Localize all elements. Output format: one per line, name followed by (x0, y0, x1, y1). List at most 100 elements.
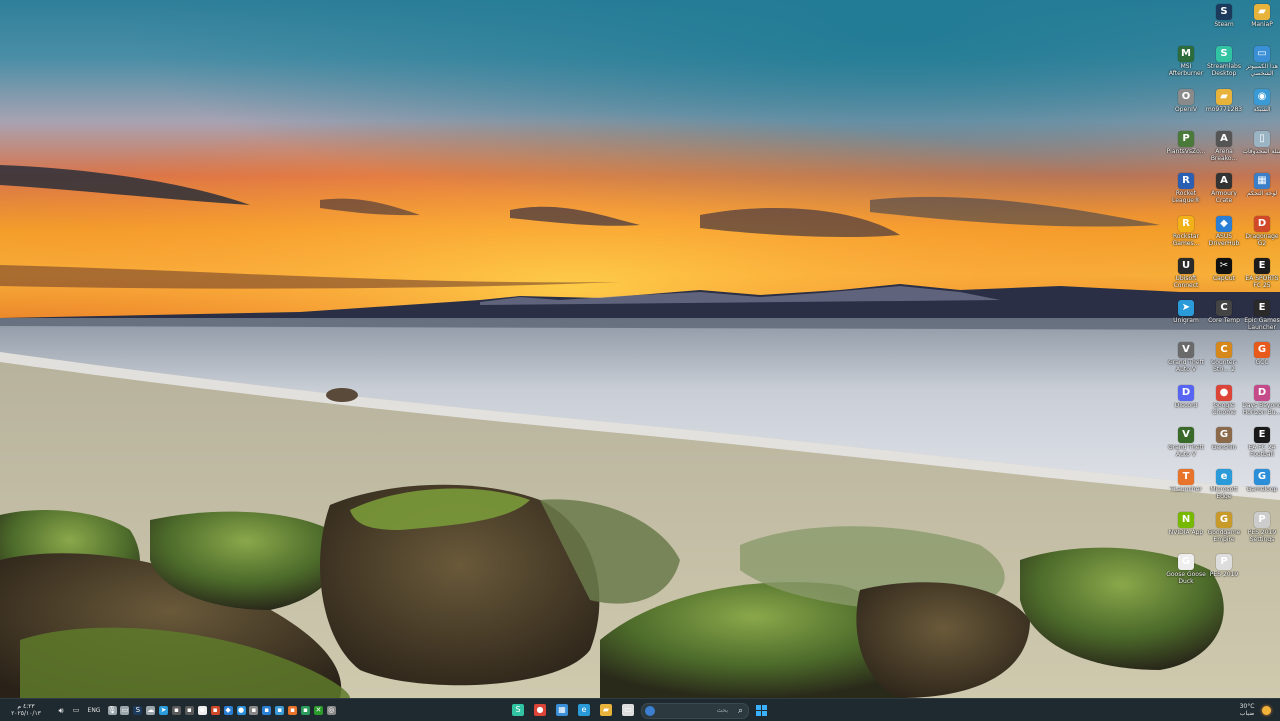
volume-icon[interactable]: 🔊︎ (54, 699, 68, 721)
desktop-icon-unigram[interactable]: ➤ Unigram (1166, 300, 1206, 342)
desktop-icon-microsoft-edge[interactable]: e Microsoft Edge (1204, 469, 1244, 511)
desktop-icon-ea-fc-24-football[interactable]: E EA FC 24 Football (1242, 427, 1280, 469)
desktop-icon-pes-2019[interactable]: P PES 2019 (1204, 553, 1244, 596)
tray-app9-icon[interactable]: ▪ (274, 699, 286, 721)
tray-app12-icon[interactable]: ◎ (325, 699, 337, 721)
desktop-icon-label: Goose Goose Duck (1166, 570, 1206, 585)
desktop-icon-counter-stri-2[interactable]: C Counter-Stri... 2 (1204, 342, 1244, 384)
desktop-icon-label: هذا الكمبيوتر الشخصي (1246, 63, 1278, 78)
desktop-icon-gcc[interactable]: G GCC (1242, 342, 1280, 384)
desktop-icon-armoury-crate[interactable]: A Armoury Crate (1204, 173, 1244, 215)
taskbar-chrome-button[interactable]: ● (531, 699, 549, 721)
desktop-icon-label: Rockstar Games... (1172, 232, 1200, 247)
desktop-wallpaper (0, 0, 1280, 698)
weather-widget[interactable]: 30°C ضباب (1234, 699, 1260, 721)
windows-logo-icon (755, 704, 767, 716)
taskbar-edge-button[interactable]: e (575, 699, 593, 721)
clock-date: ٢٠٢٥/١٠/١٣ (11, 710, 41, 717)
desktop-icon-grand-theft-auto-v[interactable]: V Grand Theft Auto V (1166, 342, 1206, 384)
app-icon: G (1254, 342, 1270, 359)
desktop-icon-nvidia-app[interactable]: N NVIDIA App (1166, 511, 1206, 554)
taskbar-search-box[interactable]: بحث ⌕ (641, 703, 749, 719)
app11-icon: ▪ (301, 705, 310, 715)
app9-icon: ▪ (275, 705, 285, 715)
tray-app1-icon[interactable]: ▪ (171, 699, 183, 721)
taskbar-calendar-button[interactable]: ▦ (553, 699, 571, 721)
desktop-icon-asus-driverhub[interactable]: ◆ ASUS DriverHub (1204, 215, 1244, 258)
app-icon: R (1178, 215, 1194, 232)
desktop-icon-dragonage-g2[interactable]: D Dragonage G2 (1242, 215, 1280, 258)
app-icon: V (1178, 342, 1194, 359)
network-icon[interactable]: ▭ (70, 699, 82, 721)
desktop-icon-genshin[interactable]: G Genshin (1204, 427, 1244, 469)
desktop-icon-gameloop[interactable]: G Gameloop (1242, 469, 1280, 511)
tray-xbox-icon[interactable]: ✕ (312, 699, 324, 721)
search-placeholder: بحث (716, 707, 728, 714)
weather-temp: 30°C (1239, 703, 1255, 710)
language-indicator[interactable]: ENG (84, 699, 104, 721)
start-button[interactable] (753, 699, 769, 721)
desktop-icon-goose-goose-duck[interactable]: G Goose Goose Duck (1166, 553, 1206, 596)
desktop-icon-label: Unigram (1173, 317, 1199, 325)
app10-icon: ▪ (288, 705, 298, 715)
desktop-icon-ubisoft-connect[interactable]: U Ubisoft Connect (1166, 257, 1206, 300)
search-highlight-icon (645, 706, 655, 716)
tray-app6-icon[interactable]: ● (235, 699, 247, 721)
taskbar-file-explorer-button[interactable]: ▰ (597, 699, 615, 721)
app-icon: ➤ (1178, 300, 1194, 317)
tray-app8-icon[interactable]: ▪ (261, 699, 273, 721)
app3-icon: ▪ (197, 705, 207, 715)
app-icon: M (1178, 46, 1194, 63)
desktop-icon-streamlabs-desktop[interactable]: S Streamlabs Desktop (1204, 46, 1244, 88)
app-icon: G (1216, 511, 1232, 528)
tray-app3-icon[interactable]: ▪ (196, 699, 208, 721)
app-icon: O (1178, 88, 1194, 105)
desktop-icon-pes-2019-settings[interactable]: P PES 2019 Settings (1242, 511, 1280, 554)
desktop-icon-tlauncher[interactable]: T TLauncher (1166, 469, 1206, 511)
tray-app10-icon[interactable]: ▪ (287, 699, 299, 721)
desktop-icon-label: Google Chrome (1212, 401, 1236, 416)
desktop-icon-openiv[interactable]: O OpenIV (1166, 88, 1206, 131)
desktop-icon-maniap[interactable]: ▰ ManiaP (1242, 4, 1280, 46)
desktop-icon-[interactable]: ◉ الشبكة (1242, 88, 1280, 131)
tray-app5-icon[interactable]: ◆ (222, 699, 234, 721)
tray-onedrive-icon[interactable]: ☁ (145, 699, 157, 721)
desktop-icon-google-chrome[interactable]: ● Google Chrome (1204, 384, 1244, 427)
desktop-icon-[interactable]: ▭ هذا الكمبيوتر الشخصي (1242, 46, 1280, 88)
taskbar-streamlabs-button[interactable]: S (509, 699, 527, 721)
tray-mic-icon[interactable]: 🎙 (106, 699, 118, 721)
tray-monitor-icon[interactable]: ▭ (119, 699, 131, 721)
desktop-icon-epic-games-launcher[interactable]: E Epic Games Launcher (1242, 300, 1280, 342)
desktop-icon-plantsvszo[interactable]: P PlantsVsZo... (1166, 130, 1206, 173)
desktop-icon-[interactable]: ▯ سلة المحذوفات (1242, 130, 1280, 173)
tray-app2-icon[interactable]: ▪ (183, 699, 195, 721)
tray-app7-icon[interactable]: ▪ (248, 699, 260, 721)
app-icon: E (1254, 300, 1270, 317)
taskbar-clock[interactable]: ٤:٢٣ م ٢٠٢٥/١٠/١٣ (2, 699, 50, 721)
desktop-icon-capcut[interactable]: ✂ CapCut (1204, 257, 1244, 300)
tray-telegram-icon[interactable]: ➤ (158, 699, 170, 721)
tray-app4-icon[interactable]: ▪ (209, 699, 221, 721)
desktop-icon-ea-sports-fc-25[interactable]: E EA SPORTS FC 25 (1242, 257, 1280, 300)
tray-app11-icon[interactable]: ▪ (300, 699, 312, 721)
edge-icon: e (578, 704, 590, 716)
desktop-icon-core-temp[interactable]: C Core Temp (1204, 300, 1244, 342)
app-icon: ✂ (1216, 257, 1232, 274)
weather-icon[interactable] (1259, 699, 1273, 721)
clock-time: ٤:٢٣ م (17, 703, 35, 710)
desktop-icon-discord[interactable]: D Discord (1166, 384, 1206, 427)
desktop-icon-mo9771283[interactable]: ▰ mo9771283 (1204, 88, 1244, 131)
mic-icon: 🎙 (107, 705, 117, 715)
desktop-icon-[interactable]: ▦ لوحة التحكم (1242, 173, 1280, 215)
tray-steam-icon[interactable]: S (132, 699, 144, 721)
desktop-icon-steam[interactable]: S Steam (1204, 4, 1244, 46)
desktop-icon-rockstar-games[interactable]: R Rockstar Games... (1166, 215, 1206, 258)
desktop-icon-days-beyond-horizon-bu[interactable]: D Days Beyond Horizon Bu... (1242, 384, 1280, 427)
desktop-icon-grand-theft-auto-v[interactable]: V Grand Theft Auto V (1166, 427, 1206, 469)
desktop-icon-label: PlantsVsZo... (1166, 147, 1206, 155)
taskbar-task-view-button[interactable]: ▭ (619, 699, 637, 721)
desktop-icon-msi-afterburner[interactable]: M MSI Afterburner (1166, 46, 1206, 88)
desktop-icon-rocket-league[interactable]: R Rocket League® (1166, 173, 1206, 215)
desktop-icon-arena-breako[interactable]: A Arena Breako... (1204, 130, 1244, 173)
desktop-icon-goodgame-empire[interactable]: G Goodgame Empire (1204, 511, 1244, 554)
